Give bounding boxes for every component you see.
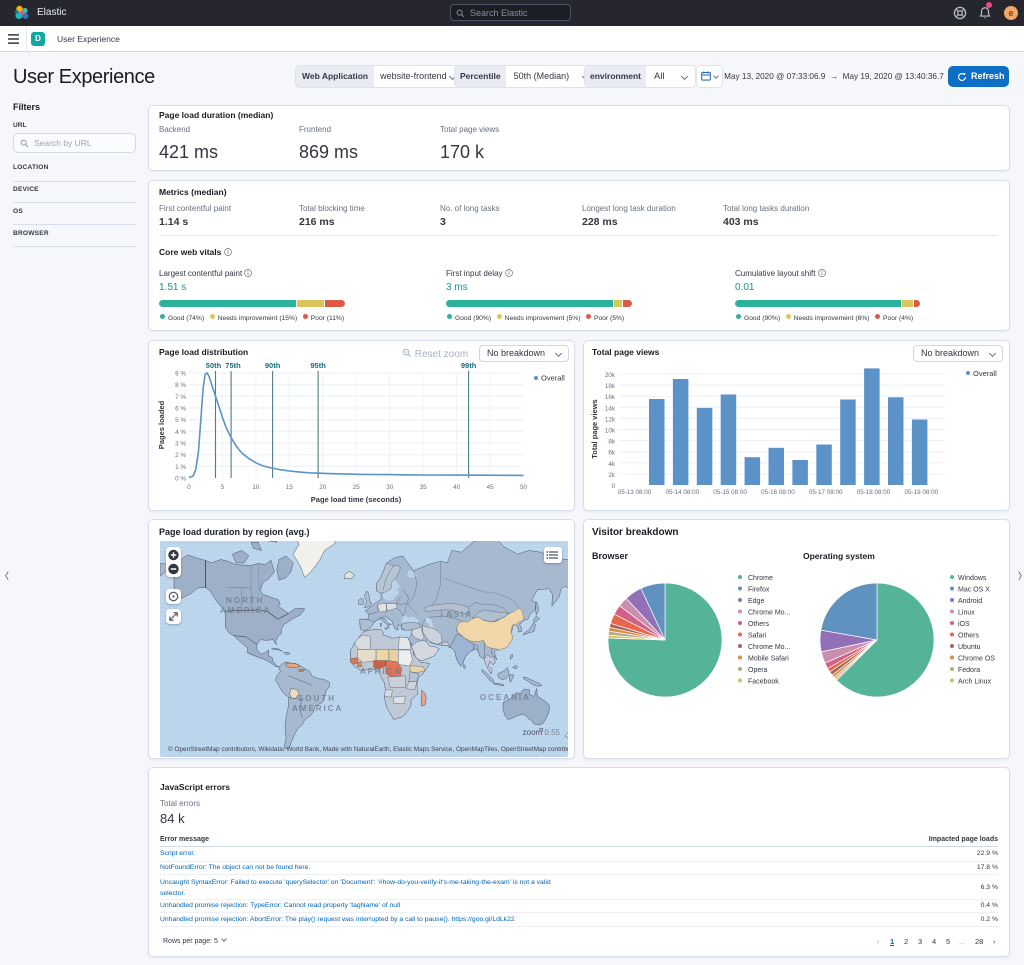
svg-text:Total page views: Total page views (590, 399, 599, 458)
svg-text:Arch Linux: Arch Linux (958, 679, 992, 686)
svg-text:Others: Others (748, 621, 770, 628)
svg-text:7 %: 7 % (175, 394, 186, 401)
svg-text:16k: 16k (605, 394, 616, 401)
svg-text:Overall: Overall (541, 374, 565, 383)
svg-text:SOUTH: SOUTH (298, 694, 336, 703)
svg-text:AMERICA: AMERICA (292, 704, 343, 713)
svg-text:35: 35 (420, 484, 428, 491)
svg-text:8 %: 8 % (175, 382, 186, 389)
svg-text:Ubuntu: Ubuntu (958, 644, 981, 651)
svg-text:05-19 08:00: 05-19 08:00 (904, 489, 938, 496)
svg-text:50: 50 (520, 484, 528, 491)
svg-text:50th: 50th (206, 361, 222, 370)
svg-text:05-15 08:00: 05-15 08:00 (713, 489, 747, 496)
svg-text:NORTH: NORTH (226, 596, 264, 605)
svg-text:Mobile Safari: Mobile Safari (748, 656, 789, 663)
svg-text:40: 40 (453, 484, 461, 491)
svg-text:18k: 18k (605, 383, 616, 390)
svg-text:Linux: Linux (958, 610, 975, 617)
svg-text:9 %: 9 % (175, 371, 186, 378)
svg-text:5 %: 5 % (175, 417, 186, 424)
svg-text:2k: 2k (608, 472, 616, 479)
svg-text:Windows: Windows (958, 575, 987, 582)
svg-text:Firefox: Firefox (748, 587, 770, 594)
svg-text:25: 25 (353, 484, 361, 491)
svg-text:2 %: 2 % (175, 452, 186, 459)
svg-text:10: 10 (252, 484, 260, 491)
svg-text:0 %: 0 % (175, 476, 186, 483)
svg-text:95th: 95th (310, 361, 326, 370)
svg-text:Edge: Edge (748, 598, 764, 605)
svg-text:Chrome Mo...: Chrome Mo... (748, 644, 790, 651)
svg-text:12k: 12k (605, 416, 616, 423)
svg-text:AFRICA: AFRICA (360, 667, 402, 676)
svg-text:20k: 20k (605, 372, 616, 379)
svg-text:6 %: 6 % (175, 406, 186, 413)
svg-text:4 %: 4 % (175, 429, 186, 436)
svg-text:Facebook: Facebook (748, 679, 779, 686)
svg-text:Overall: Overall (973, 369, 997, 378)
svg-text:05-14 08:00: 05-14 08:00 (665, 489, 699, 496)
svg-text:15: 15 (286, 484, 294, 491)
svg-text:05-13 08:00: 05-13 08:00 (618, 489, 652, 496)
svg-text:iOS: iOS (958, 621, 970, 628)
svg-text:90th: 90th (265, 361, 281, 370)
svg-text:05-17 08:00: 05-17 08:00 (809, 489, 843, 496)
svg-text:75th: 75th (225, 361, 241, 370)
svg-text:Fedora: Fedora (958, 667, 980, 674)
svg-text:0: 0 (611, 483, 615, 490)
svg-text:AMERICA: AMERICA (220, 606, 271, 615)
svg-text:Chrome: Chrome (748, 575, 773, 582)
svg-text:4k: 4k (608, 461, 616, 468)
svg-text:99th: 99th (461, 361, 477, 370)
svg-text:6k: 6k (608, 450, 616, 457)
svg-text:45: 45 (487, 484, 495, 491)
svg-text:Page load time (seconds): Page load time (seconds) (311, 495, 402, 504)
svg-text:5: 5 (221, 484, 225, 491)
svg-text:Others: Others (958, 633, 980, 640)
svg-text:Safari: Safari (748, 633, 767, 640)
svg-text:1 %: 1 % (175, 464, 186, 471)
svg-text:Pages loaded: Pages loaded (157, 400, 166, 449)
svg-text:3 %: 3 % (175, 441, 186, 448)
svg-text:Android: Android (958, 598, 982, 605)
svg-text:0: 0 (187, 484, 191, 491)
svg-text:30: 30 (386, 484, 394, 491)
svg-text:10k: 10k (605, 428, 616, 435)
svg-text:Chrome Mo...: Chrome Mo... (748, 610, 790, 617)
svg-text:8k: 8k (608, 439, 616, 446)
svg-text:Mac OS X: Mac OS X (958, 587, 990, 594)
svg-text:Opera: Opera (748, 667, 768, 674)
svg-text:05-16 08:00: 05-16 08:00 (761, 489, 795, 496)
svg-text:20: 20 (319, 484, 327, 491)
svg-text:ASIA: ASIA (446, 610, 473, 619)
svg-text:05-18 08:00: 05-18 08:00 (857, 489, 891, 496)
svg-text:Chrome OS: Chrome OS (958, 656, 995, 663)
svg-text:OCEANIA: OCEANIA (480, 693, 531, 702)
svg-text:14k: 14k (605, 405, 616, 412)
